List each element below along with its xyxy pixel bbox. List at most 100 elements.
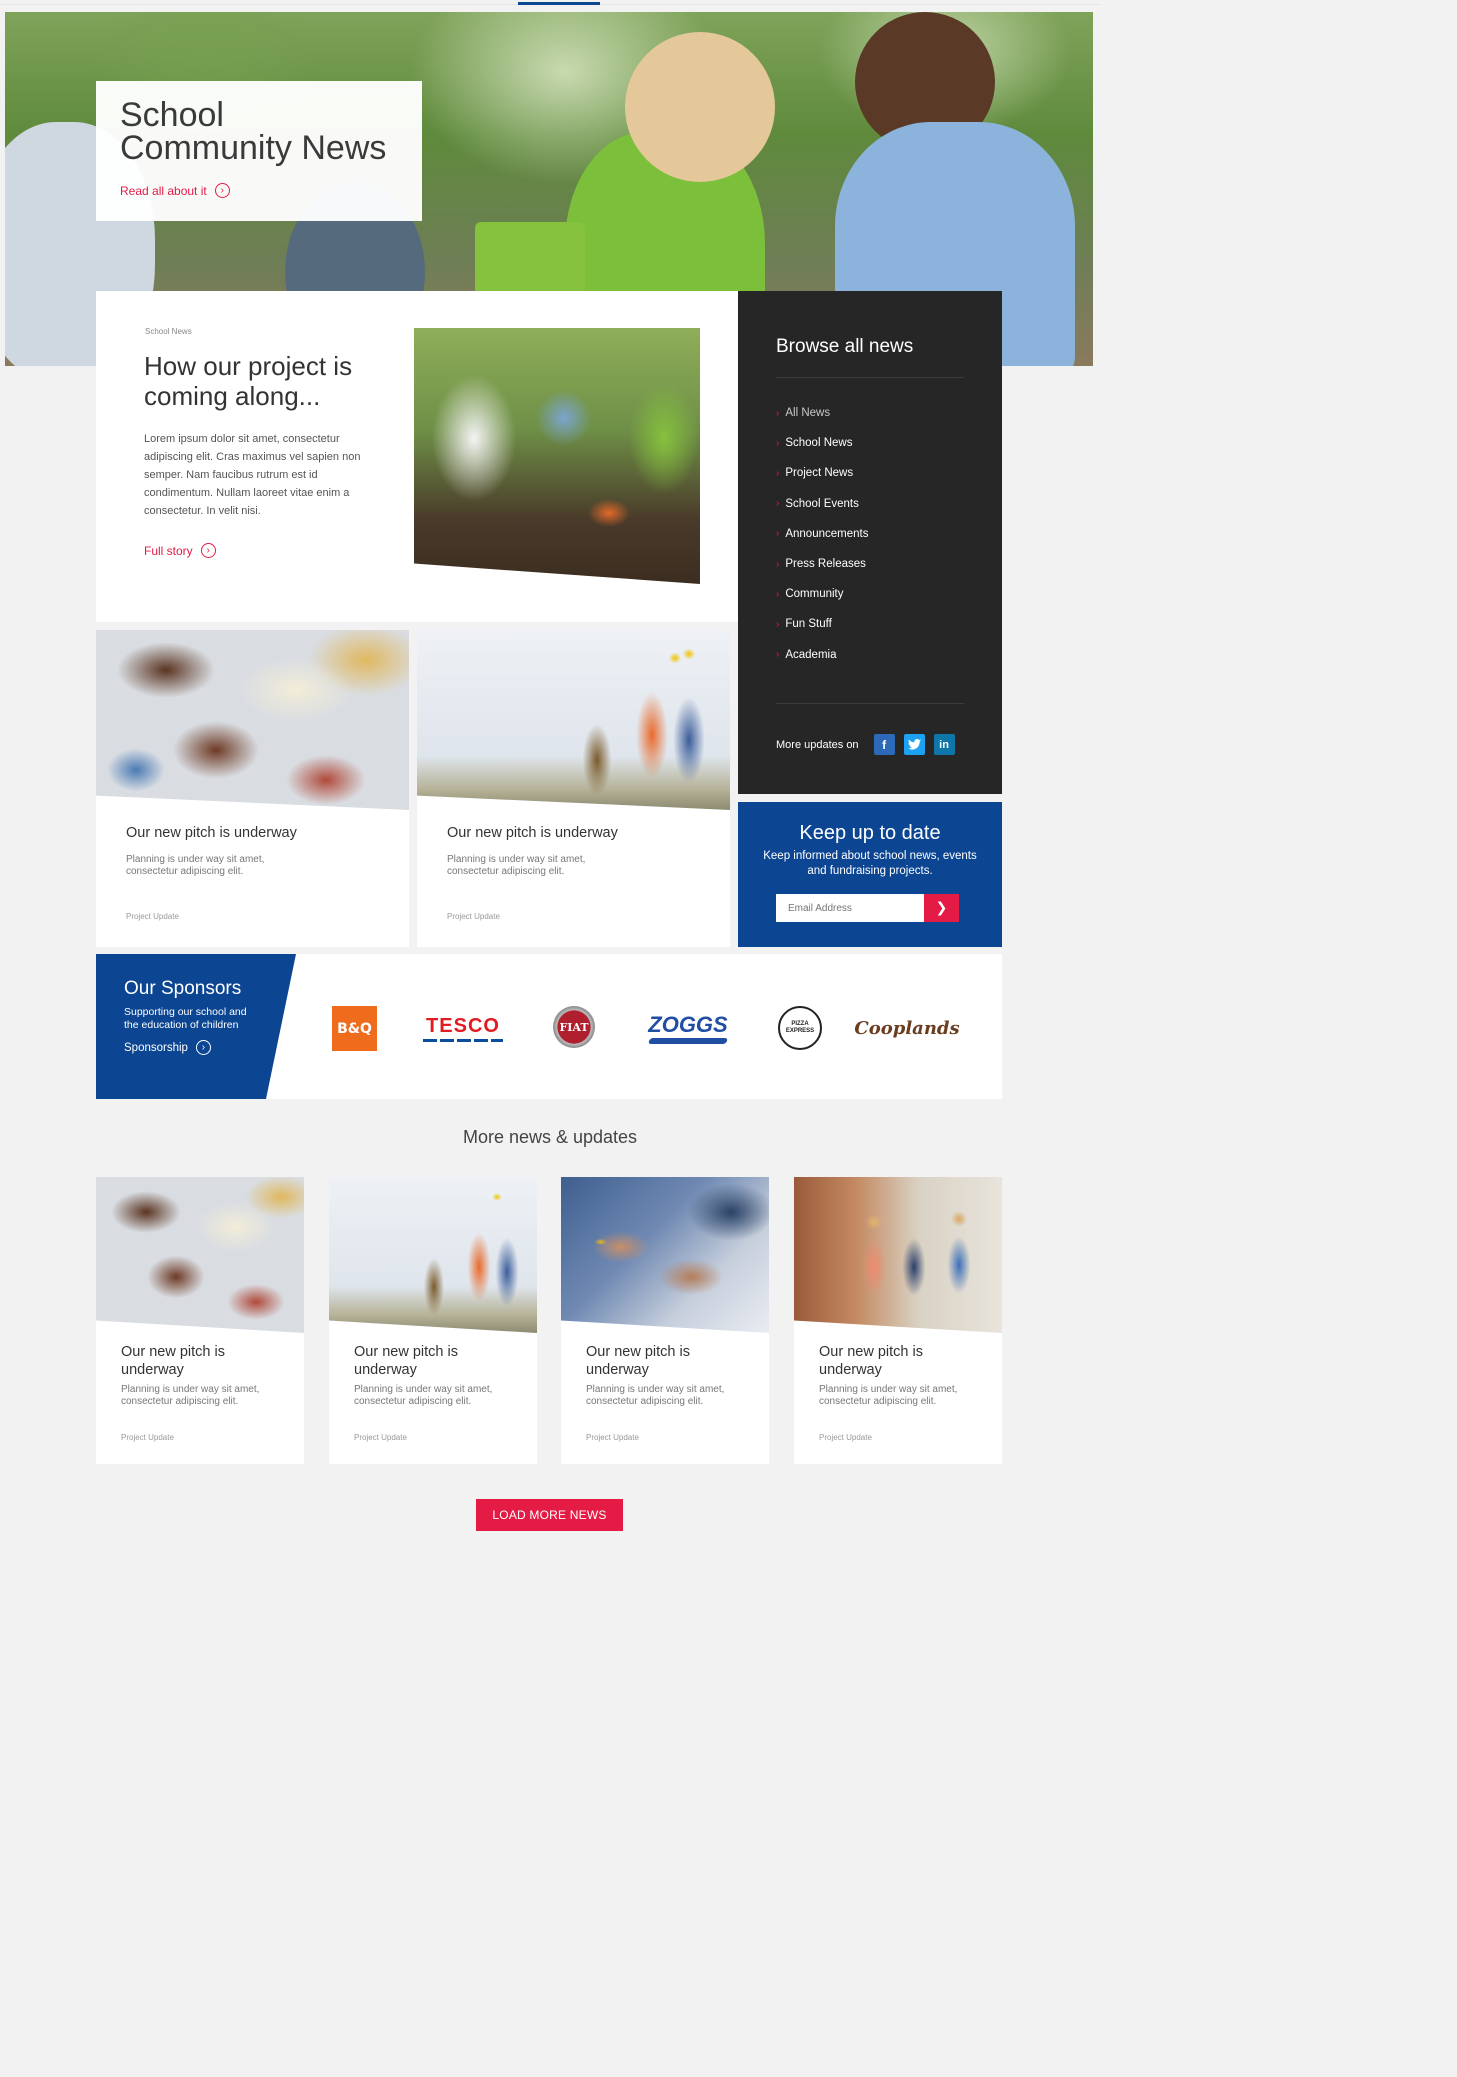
full-story-link[interactable]: Full story › bbox=[144, 543, 216, 558]
chevron-right-icon: › bbox=[776, 588, 780, 600]
chevron-right-icon: › bbox=[776, 558, 780, 570]
bake-sale-photo bbox=[96, 630, 409, 810]
full-story-label: Full story bbox=[144, 543, 193, 558]
divider bbox=[776, 377, 964, 378]
chevron-right-icon: › bbox=[776, 407, 780, 419]
story-category: School News bbox=[145, 327, 192, 336]
cooplands-logo[interactable]: Cooplands bbox=[854, 1010, 959, 1046]
card-desc: Planning is under way sit amet, consecte… bbox=[354, 1384, 493, 1407]
browse-news-panel: Browse all news › All News › School News ›… bbox=[738, 291, 1002, 794]
chevron-right-icon: ❯ bbox=[935, 900, 948, 916]
card-tag: Project Update bbox=[126, 912, 179, 921]
story-excerpt: Lorem ipsum dolor sit amet, consectetur … bbox=[144, 433, 361, 517]
card-tag: Project Update bbox=[121, 1433, 174, 1442]
category-item-community[interactable]: › Community bbox=[776, 579, 868, 609]
card-desc: Planning is under way sit amet, consecte… bbox=[586, 1384, 725, 1407]
chevron-right-icon: › bbox=[776, 649, 780, 661]
category-label: School News bbox=[785, 437, 853, 450]
card-tag: Project Update bbox=[819, 1433, 872, 1442]
divider bbox=[776, 703, 964, 704]
card-title: Our new pitch is underway bbox=[126, 825, 297, 841]
tesco-logo[interactable]: TESCO bbox=[420, 1012, 506, 1044]
chevron-right-icon: › bbox=[776, 528, 780, 540]
news-category-list: › All News › School News › Project News › Sc… bbox=[776, 398, 868, 670]
sponsors-text: Supporting our school and the education … bbox=[124, 1006, 247, 1031]
more-news-heading: More news & updates bbox=[462, 1127, 638, 1147]
social-label: More updates on bbox=[776, 738, 859, 751]
chevron-right-icon: › bbox=[200, 543, 216, 558]
category-item-academia[interactable]: › Academia bbox=[776, 640, 868, 670]
category-item-all-news[interactable]: › All News bbox=[776, 398, 868, 428]
category-label: Announcements bbox=[785, 527, 869, 540]
pizza-express-logo[interactable]: PIZZA EXPRESS bbox=[778, 1006, 822, 1050]
top-nav-bar bbox=[0, 0, 1100, 5]
category-item-project-news[interactable]: › Project News bbox=[776, 458, 868, 488]
category-label: Press Releases bbox=[785, 558, 866, 571]
category-item-school-news[interactable]: › School News bbox=[776, 428, 868, 458]
card-title: Our new pitch is underway bbox=[819, 1344, 923, 1378]
chevron-right-icon: › bbox=[776, 618, 780, 630]
read-all-label: Read all about it bbox=[120, 183, 207, 198]
chevron-right-icon: › bbox=[195, 1040, 211, 1055]
card-tag: Project Update bbox=[354, 1433, 407, 1442]
subscribe-button[interactable]: ❯ bbox=[924, 894, 959, 922]
email-field[interactable] bbox=[776, 894, 924, 922]
fiat-logo[interactable]: FIAT bbox=[553, 1006, 595, 1048]
featured-story: School News How our project is coming al… bbox=[96, 291, 738, 622]
sponsorship-label: Sponsorship bbox=[124, 1041, 188, 1054]
sponsors-title: Our Sponsors bbox=[124, 978, 242, 999]
category-label: Project News bbox=[785, 467, 854, 480]
garden-project-photo bbox=[414, 328, 700, 584]
story-title: How our project is coming along... bbox=[144, 351, 353, 411]
news-card[interactable]: Our new pitch is underway Planning is un… bbox=[561, 1177, 769, 1464]
news-card[interactable]: Our new pitch is underway Planning is un… bbox=[794, 1177, 1002, 1464]
card-tag: Project Update bbox=[447, 912, 500, 921]
card-desc: Planning is under way sit amet, consecte… bbox=[447, 854, 586, 877]
card-title: Our new pitch is underway bbox=[447, 825, 618, 841]
bake-sale-photo bbox=[96, 1177, 304, 1333]
chevron-right-icon: › bbox=[776, 467, 780, 479]
newsletter-panel: Keep up to date Keep informed about scho… bbox=[738, 802, 1002, 947]
category-label: Community bbox=[785, 588, 844, 601]
newsletter-text: Keep informed about school news, events … bbox=[763, 850, 977, 877]
read-all-link[interactable]: Read all about it › bbox=[120, 183, 230, 198]
card-title: Our new pitch is underway bbox=[354, 1344, 458, 1378]
category-label: School Events bbox=[785, 497, 859, 510]
chevron-right-icon: › bbox=[214, 183, 230, 198]
category-item-press-releases[interactable]: › Press Releases bbox=[776, 549, 868, 579]
blueprints-photo bbox=[561, 1177, 769, 1333]
category-item-announcements[interactable]: › Announcements bbox=[776, 519, 868, 549]
newsletter-title: Keep up to date bbox=[799, 822, 941, 844]
twitter-icon[interactable] bbox=[903, 734, 925, 755]
news-card[interactable]: Our new pitch is underway Planning is un… bbox=[96, 630, 409, 947]
facebook-icon[interactable]: f bbox=[873, 734, 895, 755]
card-desc: Planning is under way sit amet, consecte… bbox=[819, 1384, 958, 1407]
social-links: More updates on f in bbox=[776, 734, 964, 755]
category-item-fun-stuff[interactable]: › Fun Stuff bbox=[776, 609, 868, 639]
card-title: Our new pitch is underway bbox=[586, 1344, 690, 1378]
chevron-right-icon: › bbox=[776, 498, 780, 510]
sponsors-panel: Our Sponsors Supporting our school and t… bbox=[96, 954, 296, 1099]
news-card[interactable]: Our new pitch is underway Planning is un… bbox=[417, 630, 730, 947]
news-card[interactable]: Our new pitch is underway Planning is un… bbox=[96, 1177, 304, 1464]
card-desc: Planning is under way sit amet, consecte… bbox=[126, 854, 265, 877]
kids-running-photo bbox=[794, 1177, 1002, 1333]
sponsors-strip: Our Sponsors Supporting our school and t… bbox=[96, 954, 1002, 1099]
browse-title: Browse all news bbox=[776, 336, 914, 357]
card-title: Our new pitch is underway bbox=[121, 1344, 225, 1378]
bq-logo[interactable]: B&Q bbox=[332, 1006, 377, 1051]
category-label: Fun Stuff bbox=[785, 618, 832, 631]
linkedin-icon[interactable]: in bbox=[933, 734, 955, 755]
active-nav-indicator bbox=[518, 2, 600, 5]
category-label: All News bbox=[785, 407, 831, 420]
category-label: Academia bbox=[785, 648, 837, 661]
news-card[interactable]: Our new pitch is underway Planning is un… bbox=[329, 1177, 537, 1464]
zoggs-logo[interactable]: ZOGGS bbox=[646, 1008, 730, 1048]
card-tag: Project Update bbox=[586, 1433, 639, 1442]
chevron-right-icon: › bbox=[776, 437, 780, 449]
load-more-news-button[interactable]: LOAD MORE NEWS bbox=[476, 1499, 623, 1531]
hero-card: School Community News Read all about it … bbox=[96, 81, 422, 221]
card-desc: Planning is under way sit amet, consecte… bbox=[121, 1384, 260, 1407]
category-item-school-events[interactable]: › School Events bbox=[776, 489, 868, 519]
sponsorship-link[interactable]: Sponsorship › bbox=[124, 1040, 211, 1055]
